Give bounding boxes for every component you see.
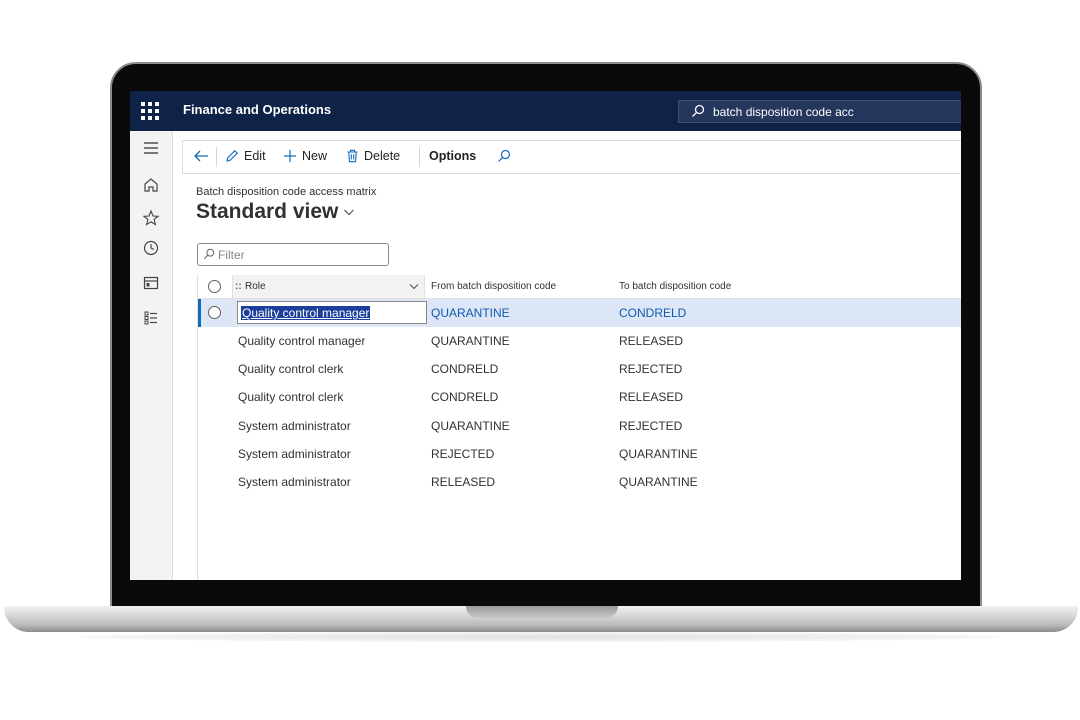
table-row[interactable]: System administrator REJECTED QUARANTINE <box>198 440 961 468</box>
global-search-value[interactable]: batch disposition code acc <box>713 105 854 119</box>
role-cell[interactable]: System administrator <box>238 475 351 489</box>
edit-button[interactable]: Edit <box>225 149 266 163</box>
laptop-notch <box>466 606 618 618</box>
screen: Finance and Operations batch disposition… <box>130 91 961 580</box>
column-header-to[interactable]: To batch disposition code <box>619 281 731 292</box>
main-content: Edit New Delete Options Batch dispositio… <box>173 131 961 580</box>
from-cell[interactable]: REJECTED <box>431 447 494 461</box>
plus-icon <box>284 150 296 162</box>
to-cell[interactable]: RELEASED <box>619 334 683 348</box>
filter-placeholder: Filter <box>218 248 245 262</box>
to-cell[interactable]: CONDRELD <box>619 306 686 320</box>
top-navbar: Finance and Operations batch disposition… <box>130 91 961 131</box>
app-title[interactable]: Finance and Operations <box>183 102 331 117</box>
from-cell[interactable]: RELEASED <box>431 475 495 489</box>
from-cell[interactable]: CONDRELD <box>431 362 498 376</box>
search-icon <box>691 104 705 121</box>
role-cell[interactable]: Quality control clerk <box>238 362 343 376</box>
delete-button[interactable]: Delete <box>346 149 400 163</box>
global-search-box[interactable]: batch disposition code acc <box>678 100 961 123</box>
table-row[interactable]: Quality control manager QUARANTINE CONDR… <box>198 299 961 327</box>
to-cell[interactable]: QUARANTINE <box>619 475 698 489</box>
to-cell[interactable]: RELEASED <box>619 390 683 404</box>
laptop-shadow <box>80 632 1000 642</box>
from-cell[interactable]: QUARANTINE <box>431 419 510 433</box>
data-grid: :: Role From batch disposition code To b… <box>197 275 961 580</box>
from-cell[interactable]: QUARANTINE <box>431 334 510 348</box>
to-cell[interactable]: REJECTED <box>619 362 682 376</box>
workspace-icon[interactable] <box>142 274 160 292</box>
left-nav-rail <box>130 131 173 580</box>
filter-search-icon <box>203 248 215 263</box>
new-button[interactable]: New <box>283 149 327 163</box>
back-button[interactable] <box>193 149 209 163</box>
view-selector[interactable]: Standard view <box>196 200 355 224</box>
select-all-radio[interactable] <box>208 280 221 293</box>
star-icon[interactable] <box>142 209 160 227</box>
options-tab[interactable]: Options <box>429 149 476 163</box>
role-cell-editor[interactable]: Quality control manager <box>237 301 427 324</box>
table-row[interactable]: Quality control clerk CONDRELD RELEASED <box>198 383 961 411</box>
search-icon <box>498 149 511 162</box>
role-cell[interactable]: System administrator <box>238 447 351 461</box>
column-label-role: Role <box>245 281 266 292</box>
to-cell[interactable]: REJECTED <box>619 419 682 433</box>
table-row[interactable]: System administrator QUARANTINE REJECTED <box>198 412 961 440</box>
grid-header: :: Role From batch disposition code To b… <box>198 275 961 299</box>
edit-label: Edit <box>244 149 266 163</box>
action-search-button[interactable] <box>497 149 511 163</box>
role-cell[interactable]: System administrator <box>238 419 351 433</box>
role-cell[interactable]: Quality control clerk <box>238 390 343 404</box>
trash-icon <box>347 149 358 163</box>
from-cell[interactable]: QUARANTINE <box>431 306 510 320</box>
back-arrow-icon <box>194 150 208 162</box>
chevron-down-icon <box>409 284 419 290</box>
row-select-radio[interactable] <box>208 306 221 319</box>
action-pane: Edit New Delete Options <box>182 140 961 174</box>
role-cell[interactable]: Quality control manager <box>241 306 371 320</box>
column-header-from[interactable]: From batch disposition code <box>431 281 556 292</box>
filter-input[interactable]: Filter <box>197 243 389 266</box>
table-row[interactable]: System administrator RELEASED QUARANTINE <box>198 468 961 496</box>
new-label: New <box>302 149 328 163</box>
home-icon[interactable] <box>142 176 160 194</box>
from-cell[interactable]: CONDRELD <box>431 390 498 404</box>
page-caption: Batch disposition code access matrix <box>196 186 377 198</box>
pencil-icon <box>226 150 238 162</box>
to-cell[interactable]: QUARANTINE <box>619 447 698 461</box>
list-icon[interactable] <box>142 309 160 327</box>
role-cell[interactable]: Quality control manager <box>238 334 365 348</box>
drag-handle-icon: :: <box>235 281 242 292</box>
clock-icon[interactable] <box>142 239 160 257</box>
table-row[interactable]: Quality control clerk CONDRELD REJECTED <box>198 355 961 383</box>
table-row[interactable]: Quality control manager QUARANTINE RELEA… <box>198 327 961 355</box>
waffle-icon[interactable] <box>140 101 160 121</box>
delete-label: Delete <box>364 149 401 163</box>
column-header-role[interactable]: :: Role <box>232 275 425 298</box>
view-name: Standard view <box>196 200 339 223</box>
hamburger-icon[interactable] <box>142 139 160 157</box>
chevron-down-icon <box>344 209 355 216</box>
